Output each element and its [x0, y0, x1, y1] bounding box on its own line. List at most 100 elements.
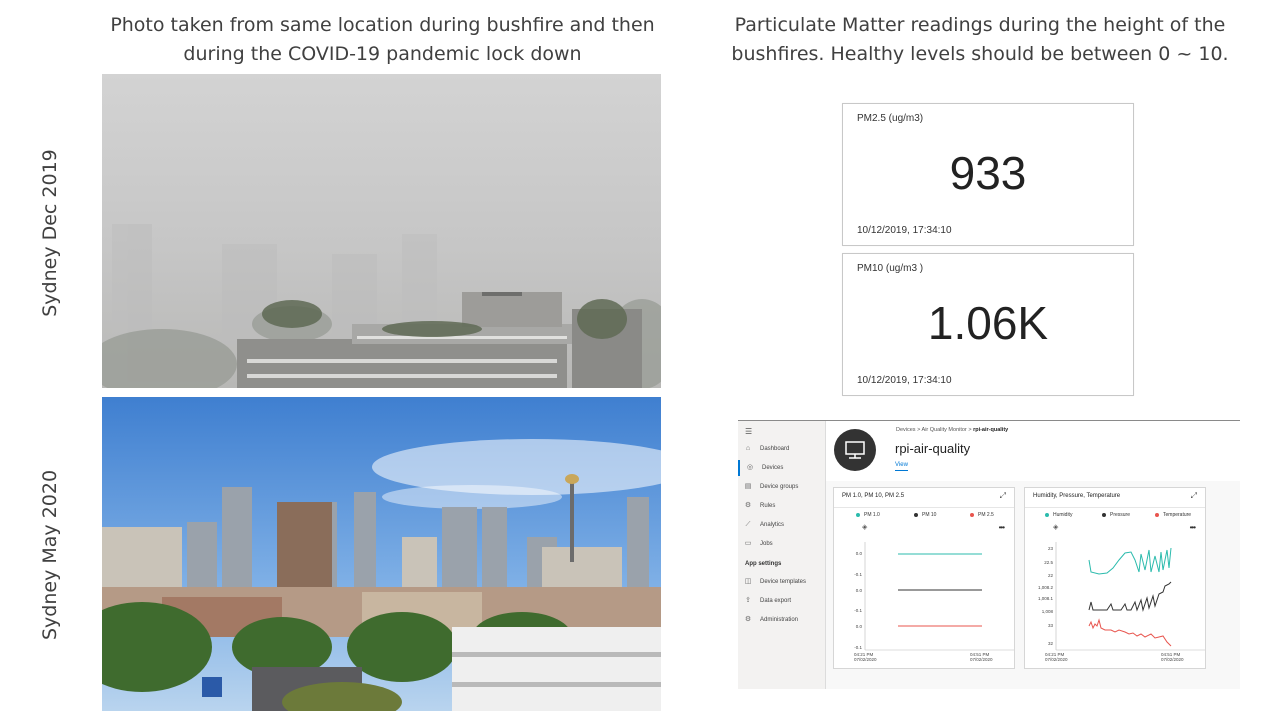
breadcrumb-devices[interactable]: Devices [896, 427, 916, 433]
legend-label: PM 10 [922, 512, 937, 518]
photo-sydney-dec-2019-bushfire-smoke [102, 74, 661, 388]
legend-dot [1045, 513, 1049, 517]
nav-jobs[interactable]: ▭ Jobs [738, 536, 825, 552]
analytics-icon: ⟋ [745, 521, 751, 528]
environment-chart-plot [1055, 542, 1205, 651]
x-tick: 04:51 PM 07/02/2020 [970, 652, 993, 662]
pm25-tile: PM2.5 (ug/m3) 933 10/12/2019, 17:34:10 [842, 103, 1134, 246]
label-sydney-dec-2019: Sydney Dec 2019 [39, 149, 61, 317]
nav-device-groups-label: Device groups [760, 484, 799, 490]
pm10-tile-timestamp: 10/12/2019, 17:34:10 [857, 375, 952, 386]
legend-pm10-series[interactable]: PM 10 [914, 512, 936, 518]
breadcrumb: Devices > Air Quality Monitor > rpi-air-… [896, 427, 1008, 433]
nav-device-templates-label: Device templates [760, 579, 807, 585]
environment-chart-card: Humidity, Pressure, Temperature ⤢ Humidi… [1024, 487, 1206, 669]
nav-devices-label: Devices [762, 465, 784, 471]
label-sydney-may-2020: Sydney May 2020 [39, 469, 61, 640]
right-heading: Particulate Matter readings during the h… [731, 14, 1229, 65]
device-groups-icon: ▤ [744, 483, 752, 490]
card-divider [1025, 507, 1205, 508]
hamburger-icon[interactable]: ☰ [745, 427, 752, 436]
nav-dashboard[interactable]: ⌂ Dashboard [738, 441, 825, 457]
breadcrumb-template[interactable]: Air Quality Monitor [922, 427, 967, 433]
y-tick: 1,008.1 [1037, 596, 1053, 601]
x-tick: 04:21 PM 07/02/2020 [854, 652, 877, 662]
legend-dot [856, 513, 860, 517]
device-header: Devices > Air Quality Monitor > rpi-air-… [826, 421, 1240, 481]
pm10-tile-value: 1.06K [927, 297, 1049, 349]
more-options-icon[interactable]: ••• [1190, 523, 1196, 532]
legend-pm10[interactable]: PM 1.0 [856, 512, 880, 518]
legend-label: PM 1.0 [864, 512, 880, 518]
legend-dot [1155, 513, 1159, 517]
y-tick: 22.5 [1044, 560, 1053, 565]
app-settings-heading: App settings [745, 561, 782, 567]
nav-administration[interactable]: ⚙ Administration [738, 612, 825, 628]
legend-dot [914, 513, 918, 517]
pm10-tile: PM10 (ug/m3 ) 1.06K 10/12/2019, 17:34:10 [842, 253, 1134, 396]
legend-pressure[interactable]: Pressure [1102, 512, 1130, 518]
legend-label: Pressure [1110, 512, 1131, 518]
y-tick: 1,008 [1041, 609, 1053, 614]
legend-dot [1102, 513, 1106, 517]
nav-analytics-label: Analytics [760, 522, 785, 528]
nav-rules[interactable]: ⚙ Rules [738, 498, 825, 514]
x-tick-date: 07/02/2020 [1161, 657, 1184, 662]
tab-view[interactable]: View [895, 462, 908, 471]
nav-data-export-label: Data export [760, 598, 792, 604]
layers-icon[interactable]: ◈ [1053, 523, 1058, 531]
x-tick-date: 07/02/2020 [970, 657, 993, 662]
y-tick: -0.1 [854, 608, 862, 613]
left-heading: Photo taken from same location during bu… [110, 14, 655, 65]
y-tick: 1,008.2 [1037, 585, 1053, 590]
y-tick: -0.1 [854, 572, 862, 577]
legend-label: Temperature [1163, 512, 1192, 518]
monitor-icon [845, 441, 865, 459]
iot-central-device-view: ☰ ⌂ Dashboard ◎ Devices ▤ Device groups ⚙ Ru… [738, 420, 1240, 689]
y-tick: 33 [1047, 623, 1053, 628]
expand-icon[interactable]: ⤢ [1000, 491, 1006, 501]
nav-jobs-label: Jobs [760, 541, 773, 547]
jobs-icon: ▭ [744, 540, 752, 547]
rules-icon: ⚙ [744, 502, 752, 509]
nav-dashboard-label: Dashboard [760, 446, 790, 452]
device-avatar [834, 429, 876, 471]
pm25-tile-label: PM2.5 (ug/m3) [857, 113, 924, 124]
card-divider [834, 507, 1014, 508]
nav-analytics[interactable]: ⟋ Analytics [738, 517, 825, 533]
legend-label: Humidity [1053, 512, 1073, 518]
nav-devices[interactable]: ◎ Devices [738, 460, 827, 476]
left-nav: ☰ ⌂ Dashboard ◎ Devices ▤ Device groups ⚙ Ru… [738, 421, 826, 689]
y-tick: 22 [1047, 573, 1053, 578]
nav-rules-label: Rules [760, 503, 776, 509]
pm10-tile-label: PM10 (ug/m3 ) [857, 263, 924, 274]
series-temperature-line [1088, 618, 1172, 647]
more-options-icon[interactable]: ••• [999, 523, 1005, 532]
legend-dot [970, 513, 974, 517]
legend-label: PM 2.5 [978, 512, 994, 518]
pm25-tile-timestamp: 10/12/2019, 17:34:10 [857, 225, 952, 236]
administration-icon: ⚙ [744, 616, 752, 623]
legend-temperature[interactable]: Temperature [1155, 512, 1191, 518]
environment-chart-title: Humidity, Pressure, Temperature [1033, 493, 1121, 499]
y-tick: 0.0 [855, 588, 862, 593]
y-tick: 0.0 [855, 624, 862, 629]
nav-device-templates[interactable]: ◫ Device templates [738, 574, 825, 590]
pm-chart-plot [864, 542, 1014, 651]
nav-data-export[interactable]: ⇪ Data export [738, 593, 825, 609]
layers-icon[interactable]: ◈ [862, 523, 867, 531]
legend-humidity[interactable]: Humidity [1045, 512, 1072, 518]
x-tick: 04:51 PM 07/02/2020 [1161, 652, 1184, 662]
x-tick-date: 07/02/2020 [1045, 657, 1068, 662]
expand-icon[interactable]: ⤢ [1191, 491, 1197, 501]
nav-device-groups[interactable]: ▤ Device groups [738, 479, 825, 495]
x-tick: 04:21 PM 07/02/2020 [1045, 652, 1068, 662]
breadcrumb-device: rpi-air-quality [973, 427, 1009, 433]
nav-administration-label: Administration [760, 617, 799, 623]
y-tick: -0.1 [854, 645, 862, 650]
dashboard-icon: ⌂ [745, 445, 751, 452]
legend-pm25[interactable]: PM 2.5 [970, 512, 994, 518]
pm25-tile-value: 933 [949, 147, 1027, 199]
device-main-area: Devices > Air Quality Monitor > rpi-air-… [826, 421, 1240, 689]
data-export-icon: ⇪ [745, 597, 751, 604]
